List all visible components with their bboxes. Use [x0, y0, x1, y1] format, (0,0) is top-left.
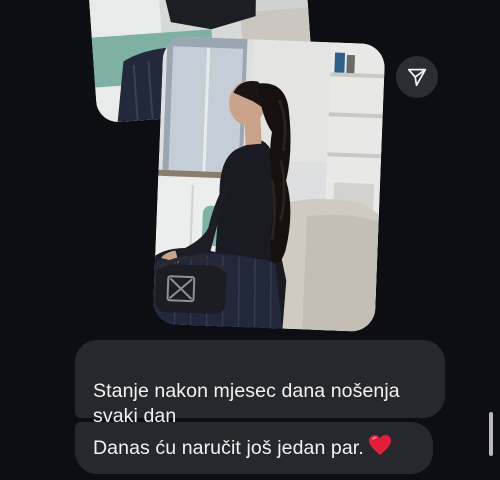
- chat-thread: Stanje nakon mjesec dana nošenja svaki d…: [0, 0, 500, 480]
- scrollbar-thumb[interactable]: [489, 412, 493, 456]
- paper-plane-icon: [407, 68, 427, 87]
- message-text: Danas ću naručit još jedan par.: [93, 436, 364, 459]
- message-bubble[interactable]: Stanje nakon mjesec dana nošenja svaki d…: [75, 340, 445, 427]
- message-text: Stanje nakon mjesec dana nošenja svaki d…: [93, 380, 400, 427]
- red-heart-icon: [368, 434, 392, 463]
- message-bubble[interactable]: Danas ću naručit još jedan par.: [75, 422, 433, 474]
- photo-message-front[interactable]: [152, 35, 386, 333]
- share-button[interactable]: [396, 56, 438, 98]
- photo-front-image: [152, 35, 386, 333]
